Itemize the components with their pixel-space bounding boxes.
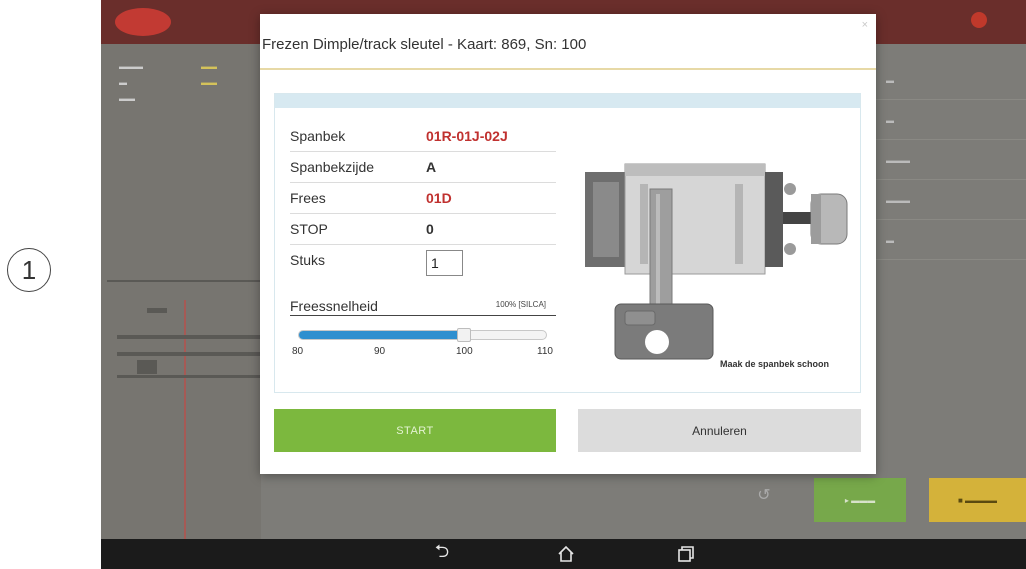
background-info-line: ▬▬▬ ▬▬: [119, 62, 217, 71]
speed-slider-fill: [299, 331, 464, 339]
android-navigation-bar: ⮌: [101, 539, 1026, 569]
param-row-spanbek: Spanbek 01R-01J-02J: [290, 121, 556, 152]
background-back-icon: ↺: [757, 487, 771, 504]
parameter-table: Spanbek 01R-01J-02J Spanbekzijde A Frees…: [290, 121, 556, 283]
background-right-menu: ▬ ▬ ▬▬▬ ▬▬▬ ▬: [876, 60, 1026, 260]
background-menu-item: ▬: [876, 220, 1026, 260]
brand-logo: [115, 8, 171, 36]
background-yellow-button: ■ ▬▬▬▬: [929, 478, 1026, 522]
param-row-stop: STOP 0: [290, 214, 556, 245]
step-number-marker: 1: [7, 248, 51, 292]
background-menu-item: ▬▬▬: [876, 180, 1026, 220]
quantity-input[interactable]: 1: [426, 250, 463, 276]
param-value: 01D: [426, 190, 452, 206]
param-value: A: [426, 159, 437, 175]
speed-tick-label: 80: [292, 346, 304, 357]
speed-tick-label: 110: [537, 346, 553, 357]
speed-label: Freessnelheid: [290, 298, 378, 314]
param-row-frees: Frees 01D: [290, 183, 556, 214]
param-value: 01R-01J-02J: [426, 128, 508, 144]
speed-slider[interactable]: [298, 328, 547, 342]
speed-slider-thumb[interactable]: [456, 328, 471, 342]
param-value: 0: [426, 221, 434, 237]
background-info-line: ▬▬: [119, 94, 135, 103]
param-label: Stuks: [290, 252, 326, 268]
param-label: Spanbek: [290, 128, 346, 144]
back-icon[interactable]: ⮌: [427, 541, 457, 565]
param-label: STOP: [290, 221, 328, 237]
milling-settings-panel: Spanbek 01R-01J-02J Spanbekzijde A Frees…: [274, 93, 861, 393]
speed-tick-label: 100: [456, 346, 473, 357]
close-icon[interactable]: ×: [862, 19, 868, 31]
param-row-stuks: Stuks 1: [290, 245, 556, 283]
clamp-fixture-illustration: [585, 163, 848, 360]
start-button[interactable]: START: [274, 409, 556, 452]
param-row-spanbekzijde: Spanbekzijde A: [290, 152, 556, 183]
milling-speed-section: Freessnelheid 100% [SILCA] 80 90 100 110: [290, 296, 556, 357]
dialog-title: Frezen Dimple/track sleutel - Kaart: 869…: [260, 14, 876, 70]
speed-percent-text: 100% [SILCA]: [495, 300, 546, 309]
speed-header: Freessnelheid 100% [SILCA]: [290, 296, 556, 316]
recent-apps-icon[interactable]: [671, 543, 701, 565]
cancel-button[interactable]: Annuleren: [578, 409, 861, 452]
background-menu-item: ▬▬▬: [876, 140, 1026, 180]
home-icon-graphic: [558, 545, 574, 562]
home-icon[interactable]: [551, 543, 581, 565]
background-menu-item: ▬: [876, 60, 1026, 100]
param-label: Frees: [290, 190, 326, 206]
background-info-line: ▬ ▬▬: [119, 78, 217, 87]
panel-header-strip: [275, 94, 860, 108]
param-label: Spanbekzijde: [290, 159, 375, 175]
milling-dialog: Frezen Dimple/track sleutel - Kaart: 869…: [260, 14, 876, 474]
background-menu-item: ▬: [876, 100, 1026, 140]
background-green-button: ▸ ▬▬▬: [814, 478, 906, 522]
speed-tick-label: 90: [374, 346, 386, 357]
fixture-caption: Maak de spanbek schoon: [720, 359, 830, 369]
recent-apps-icon-graphic: [678, 546, 694, 562]
power-icon: [971, 12, 987, 28]
